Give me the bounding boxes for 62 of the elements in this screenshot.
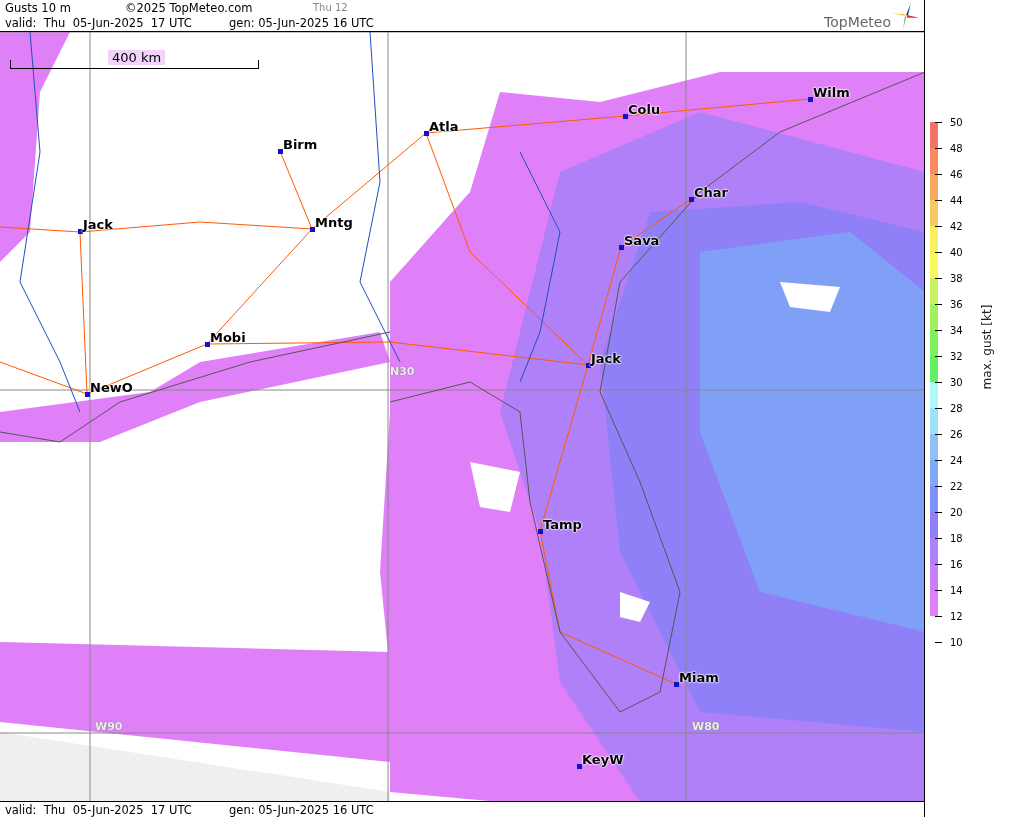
city-marker <box>424 131 429 136</box>
city-label: Colu <box>628 102 661 117</box>
city-label: Jack <box>591 351 621 366</box>
compass-icon <box>892 2 920 30</box>
scale-tick-label: 22 <box>950 480 963 492</box>
city-label: Sava <box>624 233 660 248</box>
step-label: Thu 12 <box>313 2 348 13</box>
grid-label: N30 <box>390 365 415 378</box>
city-marker <box>85 392 90 397</box>
city-label: Atla <box>429 119 459 134</box>
scale-tick-label: 30 <box>950 376 963 388</box>
scale-tick-label: 48 <box>950 142 963 154</box>
scale-tick-label: 34 <box>950 324 963 336</box>
city-marker <box>538 529 543 534</box>
city-marker <box>689 197 694 202</box>
map-title: Gusts 10 m <box>5 0 72 15</box>
city-marker <box>674 682 679 687</box>
scale-tick-label: 20 <box>950 506 963 518</box>
city-marker <box>586 363 591 368</box>
city-marker <box>78 229 83 234</box>
city-marker <box>577 764 582 769</box>
valid-time: valid: Thu 05-Jun-2025 17 UTC <box>5 802 193 817</box>
grid-label: W90 <box>95 720 123 733</box>
city-marker <box>619 245 624 250</box>
scale-tick-label: 28 <box>950 402 963 414</box>
city-marker <box>278 149 283 154</box>
copyright-text: ©2025 TopMeteo.com <box>125 0 254 15</box>
city-label: Wilm <box>813 85 850 100</box>
scale-tick-label: 42 <box>950 220 963 232</box>
city-marker <box>310 227 315 232</box>
scale-tick-label: 40 <box>950 246 963 258</box>
scale-tick-label: 50 <box>950 116 963 128</box>
scale-tick-label: 38 <box>950 272 963 284</box>
scale-tick-label: 32 <box>950 350 963 362</box>
scale-tick-label: 26 <box>950 428 963 440</box>
scale-tick-label: 10 <box>950 636 963 648</box>
scale-label: 400 km <box>108 50 166 65</box>
generated-time: gen: 05-Jun-2025 16 UTC <box>229 15 374 30</box>
city-marker <box>623 114 628 119</box>
scale-tick-label: 16 <box>950 558 963 570</box>
city-label: Mntg <box>315 215 353 230</box>
generated-time: gen: 05-Jun-2025 16 UTC <box>229 802 374 817</box>
city-label: KeyW <box>582 752 624 767</box>
city-label: Miam <box>679 670 719 685</box>
city-marker <box>205 342 210 347</box>
legend-title: max. gust [kt] <box>980 304 995 390</box>
scale-tick-label: 46 <box>950 168 963 180</box>
scale-tick-label: 44 <box>950 194 963 206</box>
city-label: Birm <box>283 137 318 152</box>
scale-tick-label: 24 <box>950 454 963 466</box>
valid-time: valid: Thu 05-Jun-2025 17 UTC <box>5 15 193 30</box>
scale-tick-label: 12 <box>950 610 963 622</box>
scale-tick-label: 18 <box>950 532 963 544</box>
city-label: Char <box>694 185 728 200</box>
city-label: Tamp <box>543 517 582 532</box>
city-label: Jack <box>83 217 113 232</box>
city-marker <box>808 97 813 102</box>
scale-tick-label: 36 <box>950 298 963 310</box>
scale-tick-label: 14 <box>950 584 963 596</box>
city-label: Mobi <box>210 330 246 345</box>
grid-label: W80 <box>692 720 720 733</box>
logo-text: TopMeteo <box>824 14 891 30</box>
